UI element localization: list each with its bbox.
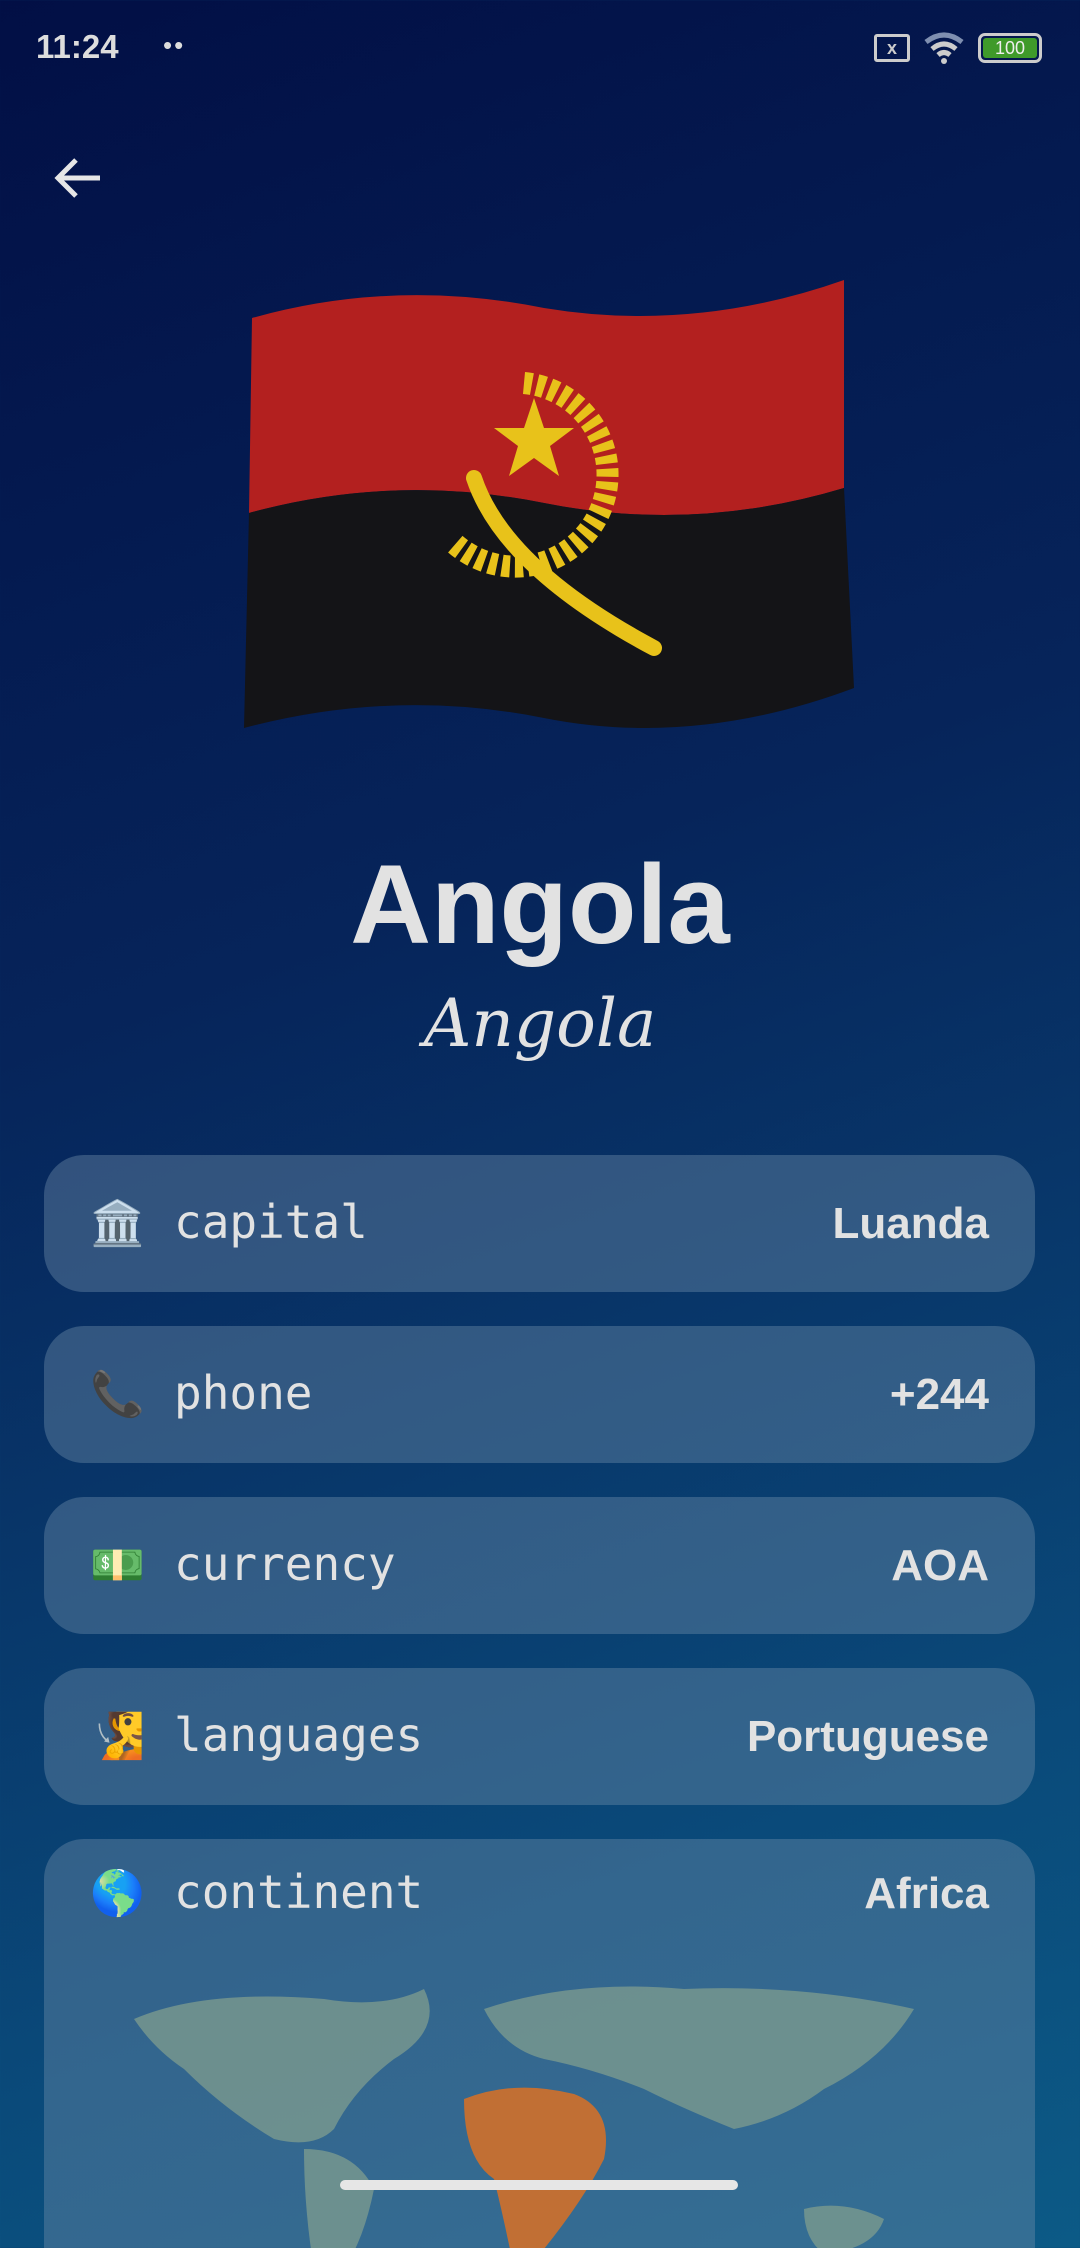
detail-label: languages (174, 1708, 424, 1762)
detail-card-phone: 📞 phone +244 (44, 1326, 1035, 1463)
phone-icon: 📞 (90, 1370, 145, 1419)
battery-icon: 100 (978, 33, 1042, 63)
battery-level: 100 (983, 38, 1037, 58)
status-bar: 11:24 •• x 100 (0, 0, 1080, 100)
notification-dots: •• (163, 30, 186, 60)
back-button[interactable] (50, 150, 106, 206)
deaf-person-icon: 🧏 (90, 1712, 145, 1761)
arrow-left-icon (54, 158, 100, 198)
country-native-name: Angola (423, 985, 657, 1062)
detail-value: +244 (889, 1370, 989, 1419)
detail-label: continent (174, 1865, 424, 1919)
globe-icon: 🌎 (90, 1869, 145, 1918)
no-sim-icon: x (874, 34, 910, 62)
detail-value: Portuguese (746, 1712, 989, 1761)
money-icon: 💵 (90, 1541, 145, 1590)
wifi-icon (924, 32, 964, 64)
detail-label: capital (174, 1195, 368, 1249)
detail-value: Africa (864, 1869, 989, 1918)
country-name: Angola (350, 842, 730, 967)
country-flag (244, 280, 854, 728)
world-map (134, 1986, 914, 2248)
detail-label: phone (174, 1366, 313, 1420)
detail-label: currency (174, 1537, 396, 1591)
detail-value: Luanda (832, 1199, 989, 1248)
detail-card-currency: 💵 currency AOA (44, 1497, 1035, 1634)
detail-card-capital: 🏛️ capital Luanda (44, 1155, 1035, 1292)
classical-building-icon: 🏛️ (90, 1199, 145, 1248)
detail-card-languages: 🧏 languages Portuguese (44, 1668, 1035, 1805)
status-time: 11:24 (36, 28, 119, 65)
home-indicator[interactable] (340, 2180, 738, 2190)
detail-value: AOA (891, 1541, 989, 1590)
